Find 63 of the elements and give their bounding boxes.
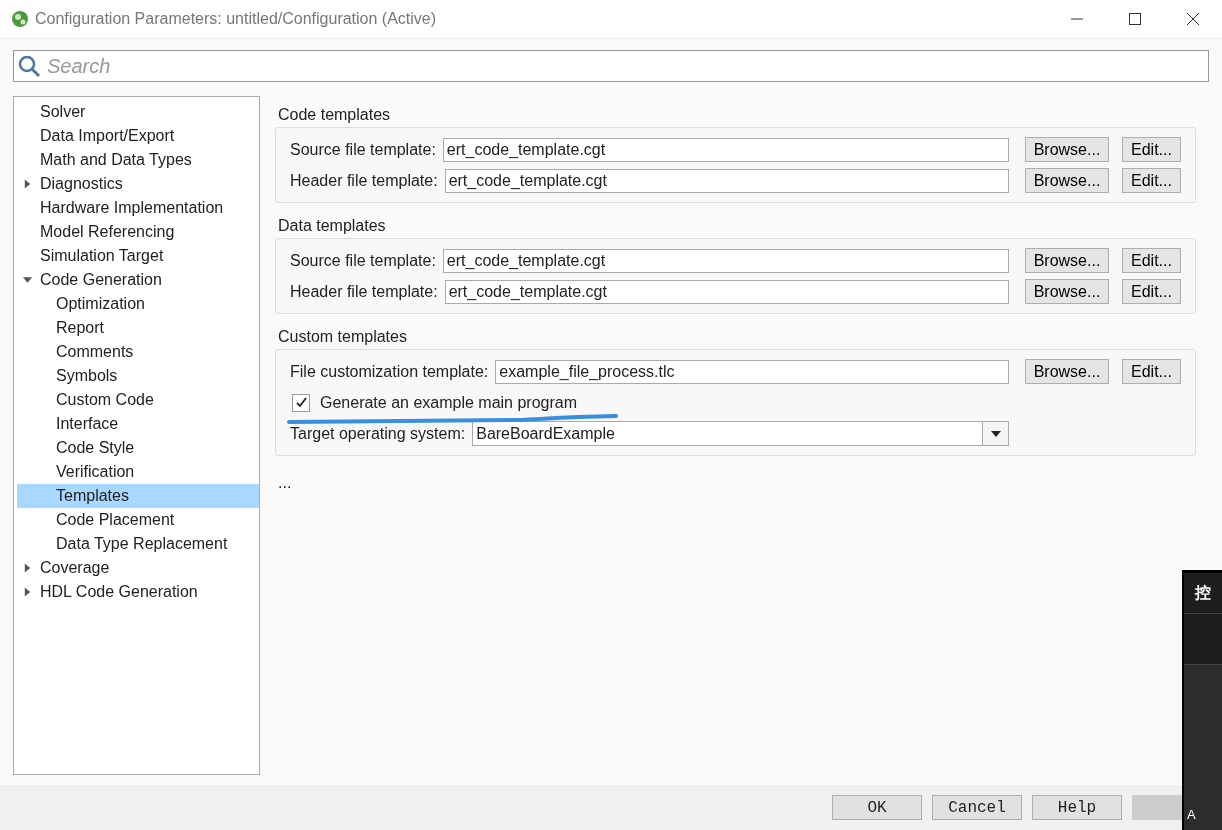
text-field[interactable]: ert_code_template.cgt	[442, 248, 1009, 273]
checkbox-label: Generate an example main program	[320, 393, 578, 412]
group-title: Custom templates	[277, 327, 408, 347]
tree-item[interactable]: Custom Code	[17, 388, 259, 412]
dialog-button[interactable]: Help	[1032, 795, 1122, 820]
text-field[interactable]: ert_code_template.cgt	[444, 279, 1009, 304]
tree-item[interactable]: Optimization	[17, 292, 259, 316]
text-field[interactable]: ert_code_template.cgt	[444, 168, 1009, 193]
field-label: Header file template:	[290, 282, 438, 301]
ellipsis-text: ...	[277, 473, 293, 493]
field-label: Target operating system:	[290, 424, 466, 443]
expand-icon[interactable]	[23, 179, 32, 189]
tree-item[interactable]: Symbols	[17, 364, 259, 388]
tree-item[interactable]: Math and Data Types	[17, 148, 259, 172]
tree-item[interactable]: Interface	[17, 412, 259, 436]
tree-item[interactable]: Solver	[17, 100, 259, 124]
browse-button[interactable]: Browse...	[1025, 279, 1109, 304]
tree-item[interactable]: Hardware Implementation	[17, 196, 259, 220]
edit-button[interactable]: Edit...	[1122, 359, 1181, 384]
field-label: File customization template:	[290, 362, 489, 381]
tree-item[interactable]: Simulation Target	[17, 244, 259, 268]
tree-item[interactable]: Data Type Replacement	[17, 532, 259, 556]
side-text: A	[1187, 807, 1196, 822]
field-label: Source file template:	[290, 251, 436, 270]
panel-band	[1184, 614, 1222, 665]
tree-item[interactable]: Data Import/Export	[17, 124, 259, 148]
text-field[interactable]: ert_code_template.cgt	[442, 137, 1009, 162]
window-title: Configuration Parameters: untitled/Configuration (Active)	[35, 10, 438, 28]
browse-button[interactable]: Browse...	[1025, 137, 1109, 162]
tree-item[interactable]: Model Referencing	[17, 220, 259, 244]
collapse-icon[interactable]	[23, 275, 32, 285]
edit-button[interactable]: Edit...	[1122, 279, 1181, 304]
browse-button[interactable]: Browse...	[1025, 168, 1109, 193]
edit-button[interactable]: Edit...	[1122, 168, 1181, 193]
edit-button[interactable]: Edit...	[1122, 248, 1181, 273]
dialog-button[interactable]: Cancel	[932, 795, 1022, 820]
search-field[interactable]: Search	[13, 50, 1209, 82]
browse-button[interactable]: Browse...	[1025, 248, 1109, 273]
caret-icon	[990, 430, 1001, 437]
tree-item[interactable]: HDL Code Generation	[17, 580, 259, 604]
field-label: Source file template:	[290, 140, 436, 159]
group-title: Code templates	[277, 105, 392, 125]
browse-button[interactable]: Browse...	[1025, 359, 1109, 384]
text-field[interactable]: example_file_process.tlc	[495, 359, 1009, 384]
field-label: Header file template:	[290, 171, 438, 190]
checkbox[interactable]	[292, 393, 310, 412]
window-title: 控	[1184, 573, 1222, 614]
tree-item[interactable]: Templates	[17, 484, 259, 508]
tree-item[interactable]: Code Style	[17, 436, 259, 460]
tree-item[interactable]: Coverage	[17, 556, 259, 580]
group-title: Data templates	[277, 216, 387, 236]
tree-item[interactable]: Diagnostics	[17, 172, 259, 196]
edit-button[interactable]: Edit...	[1122, 137, 1181, 162]
tree-item[interactable]: Report	[17, 316, 259, 340]
search-icon	[17, 54, 41, 78]
tree-item[interactable]: Comments	[17, 340, 259, 364]
expand-icon[interactable]	[23, 587, 32, 597]
tree-item[interactable]: Code Placement	[17, 508, 259, 532]
expand-icon[interactable]	[23, 563, 32, 573]
tree-item[interactable]: Code Generation	[17, 268, 259, 292]
tree-item[interactable]: Verification	[17, 460, 259, 484]
dialog-button[interactable]: OK	[832, 795, 922, 820]
dropdown[interactable]: BareBoardExample	[472, 421, 1010, 446]
